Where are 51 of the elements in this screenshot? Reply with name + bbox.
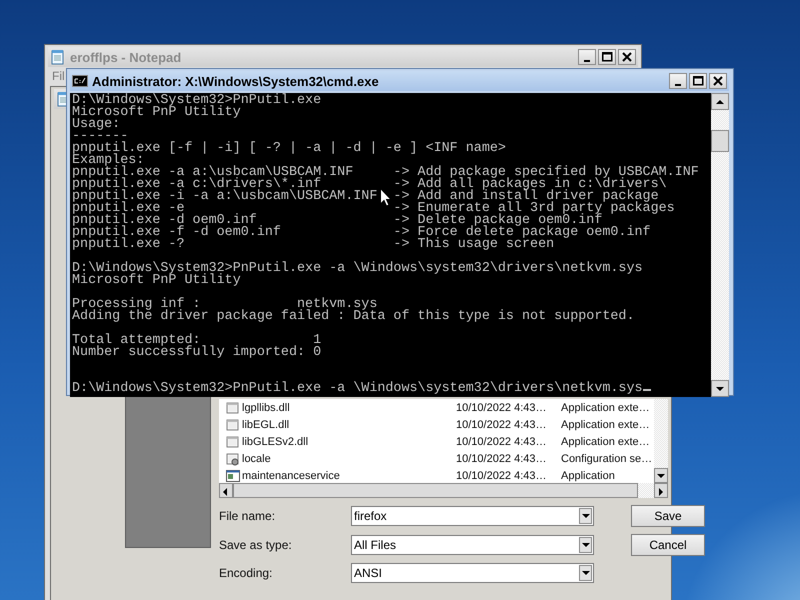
settings-file-icon [225, 450, 241, 466]
field-label: File name: [219, 509, 276, 523]
window-title: Administrator: X:\Windows\System32\cmd.exe [92, 74, 380, 88]
field-label: Save as type: [219, 538, 293, 552]
file-type: Application exte… [561, 418, 651, 430]
file-icon [225, 416, 241, 432]
minimize-button[interactable] [669, 73, 687, 89]
file-date: 10/10/2022 4:43… [456, 452, 548, 464]
minimize-icon [584, 60, 590, 62]
file-icon [225, 400, 241, 416]
file-name[interactable]: maintenanceservice [242, 470, 340, 482]
console-line: Usage: [72, 117, 120, 132]
scroll-left-button[interactable] [219, 483, 233, 498]
scroll-up-button[interactable] [711, 93, 729, 110]
maximize-icon [602, 52, 612, 62]
file-name[interactable]: libEGL.dll [242, 418, 290, 430]
file-date: 10/10/2022 4:43… [456, 418, 548, 430]
file-name[interactable]: libGLESv2.dll [242, 436, 308, 448]
cancel-button[interactable]: Cancel [631, 534, 705, 556]
maximize-button[interactable] [689, 73, 707, 89]
file-date: 10/10/2022 4:43… [456, 470, 548, 482]
console-icon [72, 75, 88, 87]
example-command: pnputil.exe -? [72, 237, 184, 252]
save-button[interactable]: Save [631, 505, 705, 527]
file-name[interactable]: locale [242, 452, 271, 464]
scrollbar-thumb[interactable] [233, 483, 638, 498]
file-date: 10/10/2022 4:43… [456, 402, 548, 414]
close-icon [713, 76, 723, 86]
scroll-down-button[interactable] [711, 380, 729, 397]
mouse-pointer-icon [380, 188, 392, 207]
file-type: Application exte… [561, 436, 651, 448]
close-icon [622, 52, 632, 62]
scrollbar-thumb[interactable] [711, 130, 729, 152]
file-type: Application exte… [561, 402, 651, 414]
scroll-right-button[interactable] [654, 483, 668, 498]
file-date: 10/10/2022 4:43… [456, 436, 548, 448]
console-line: D:\Windows\System32>PnPutil.exe -a \Windows\system32\drivers\netkvm.sys [72, 381, 643, 396]
file-icon [225, 434, 241, 450]
maximize-icon [692, 76, 704, 86]
close-button[interactable] [709, 73, 727, 89]
minimize-icon [675, 84, 681, 86]
file-type: Configuration se… [561, 452, 654, 464]
console-line: Microsoft PnP Utility [72, 273, 241, 288]
file-name[interactable]: lgpllibs.dll [242, 402, 290, 414]
notepad-icon [50, 49, 66, 65]
console-line: Adding the driver package failed : Data of this type is not supported. [72, 309, 634, 324]
window-title: erofflps - Notepad [70, 50, 182, 64]
console-line: Number successfully imported: 0 [72, 345, 322, 360]
scroll-down-button[interactable] [654, 468, 668, 483]
field-label: Encoding: [219, 566, 274, 580]
file-type: Application [561, 470, 616, 482]
